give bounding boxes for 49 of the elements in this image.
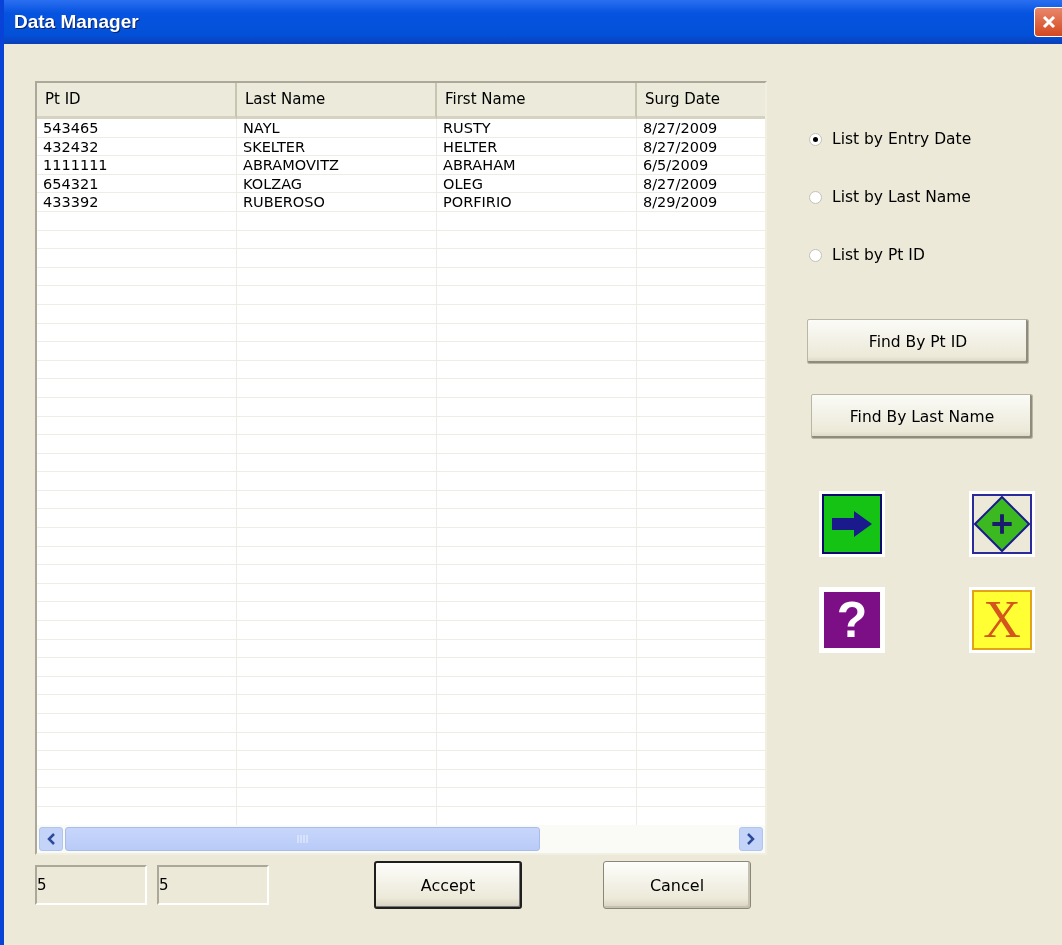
table-cell: 432432 (37, 137, 237, 156)
arrow-button[interactable] (819, 491, 885, 557)
cancel-button[interactable]: Cancel (603, 861, 751, 909)
column-header[interactable]: First Name (437, 83, 637, 119)
find-button[interactable]: Find By Last Name (811, 394, 1033, 439)
table-cell: SKELTER (237, 137, 437, 156)
table-cell: 543465 (37, 119, 237, 137)
accept-button[interactable]: Accept (374, 861, 522, 909)
count-field[interactable]: 5 (157, 865, 269, 905)
delete-button[interactable]: X (969, 587, 1035, 653)
table-cell: 8/27/2009 (637, 174, 765, 193)
column-header[interactable]: Pt ID (37, 83, 237, 119)
table-cell: 1111111 (37, 156, 237, 175)
scroll-right-button[interactable] (739, 827, 763, 851)
table-cell: HELTER (437, 137, 637, 156)
plus-diamond-icon (974, 495, 1030, 553)
table-cell: 6/5/2009 (637, 156, 765, 175)
radio-button[interactable] (809, 190, 822, 204)
radio-button[interactable] (809, 248, 822, 262)
table-cell: PORFIRIO (437, 193, 637, 212)
table-cell: RUBEROSO (237, 193, 437, 212)
help-button[interactable]: ? (819, 587, 885, 653)
radio-button[interactable] (809, 132, 822, 146)
chevron-right-icon (746, 833, 756, 845)
add-button[interactable] (969, 491, 1035, 557)
table-cell: ABRAHAM (437, 156, 637, 175)
count-field[interactable]: 5 (35, 865, 147, 905)
window-title: Data Manager (14, 11, 139, 33)
arrow-icon (830, 509, 874, 539)
table-cell: 654321 (37, 174, 237, 193)
horizontal-scrollbar[interactable] (37, 825, 765, 853)
radio-label: List by Last Name (832, 188, 971, 206)
chevron-left-icon (46, 833, 56, 845)
find-button[interactable]: Find By Pt ID (807, 319, 1029, 364)
column-header[interactable]: Surg Date (637, 83, 765, 119)
table-cell: 433392 (37, 193, 237, 212)
table-cell: NAYL (237, 119, 437, 137)
close-button[interactable] (1034, 7, 1062, 37)
close-icon (1040, 14, 1057, 30)
table-cell: ABRAMOVITZ (237, 156, 437, 175)
column-header[interactable]: Last Name (237, 83, 437, 119)
grip-icon (296, 835, 309, 843)
scroll-left-button[interactable] (39, 827, 63, 851)
table-cell: OLEG (437, 174, 637, 193)
radio-label: List by Entry Date (832, 130, 972, 148)
scroll-thumb[interactable] (65, 827, 540, 851)
radio-label: List by Pt ID (832, 246, 925, 264)
table-cell: KOLZAG (237, 174, 437, 193)
table-cell: RUSTY (437, 119, 637, 137)
